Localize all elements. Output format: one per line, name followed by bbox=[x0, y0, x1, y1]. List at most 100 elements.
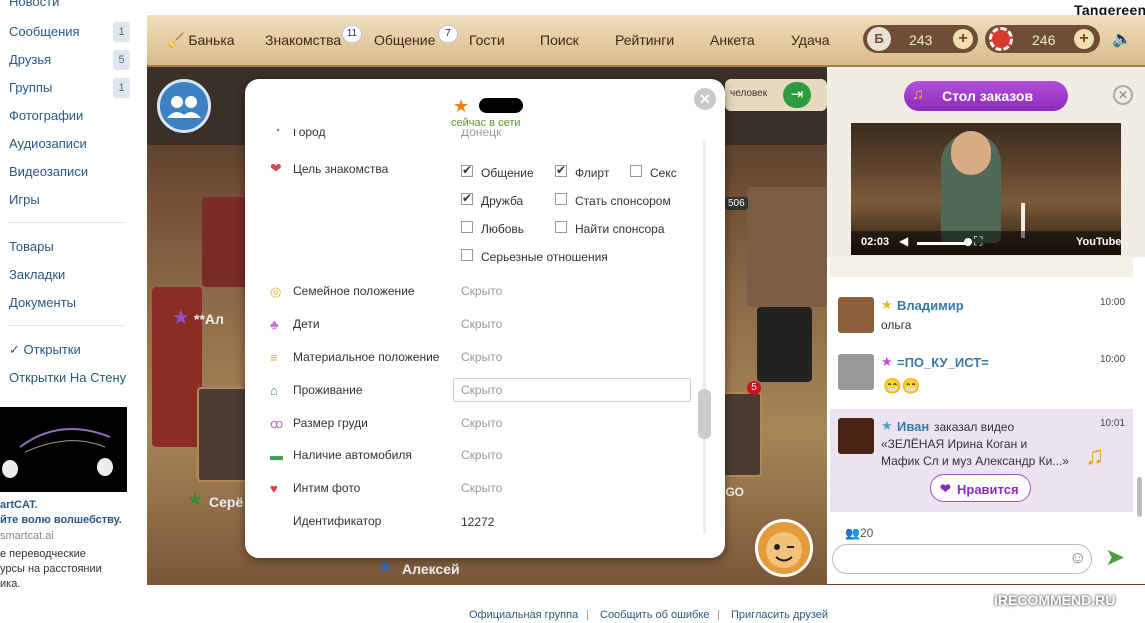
scrollbar-thumb[interactable] bbox=[698, 389, 711, 439]
ad-subtitle[interactable]: йте волю волшебству. bbox=[0, 514, 122, 526]
field-value: Скрыто bbox=[461, 448, 503, 462]
footer-link-official-group[interactable]: Официальная группа bbox=[469, 609, 578, 621]
goal-checkbox[interactable] bbox=[461, 163, 473, 177]
heart-icon: ❤ bbox=[940, 481, 951, 496]
message-author[interactable]: =ПО_КУ_ИСТ= bbox=[897, 355, 989, 370]
footer-link-invite-friends[interactable]: Пригласить друзей bbox=[731, 609, 828, 621]
message-author[interactable]: Владимир bbox=[897, 298, 964, 313]
volume-slider[interactable] bbox=[917, 242, 967, 245]
player-name-label: Серё bbox=[209, 494, 244, 510]
star-icon: ★ bbox=[172, 307, 190, 329]
player-avatar[interactable] bbox=[722, 392, 762, 477]
sidebar-item-games[interactable]: Игры bbox=[9, 192, 40, 207]
order-table-button[interactable]: ♫ Стол заказов bbox=[904, 81, 1068, 111]
sidebar-item-audio[interactable]: Аудиозаписи bbox=[9, 136, 87, 151]
message-time: 10:00 bbox=[1100, 354, 1126, 365]
group-button[interactable] bbox=[157, 79, 211, 133]
nav-search[interactable]: Поиск bbox=[540, 32, 579, 48]
cat-mascot-button[interactable] bbox=[755, 519, 813, 577]
youtube-logo[interactable]: YouTube bbox=[1076, 236, 1121, 248]
sidebar-item-messages[interactable]: Сообщения bbox=[9, 24, 80, 39]
goal-label: Флирт bbox=[575, 166, 610, 180]
hearts-icon: ❤ bbox=[270, 160, 282, 176]
ad-title[interactable]: artCAT. bbox=[0, 499, 38, 511]
message-time: 10:00 bbox=[1100, 297, 1126, 308]
field-label: Проживание bbox=[293, 383, 363, 397]
chat-input[interactable] bbox=[832, 544, 1092, 574]
game-topbar: 🧹 Банька Знакомства 11 Общение 7 Гости П… bbox=[147, 15, 1145, 67]
goal-label: Дружба bbox=[481, 194, 524, 208]
video-player[interactable]: 02:03 ◀ ⛶ YouTube bbox=[851, 123, 1121, 255]
smiley-icon: 😁😁 bbox=[883, 378, 921, 395]
messages-count-badge: 1 bbox=[113, 22, 130, 42]
sidebar-item-video[interactable]: Видеозаписи bbox=[9, 164, 88, 179]
field-label: Интим фото bbox=[293, 481, 361, 495]
scrollbar-track[interactable] bbox=[703, 141, 706, 534]
sidebar-item-friends[interactable]: Друзья bbox=[9, 52, 51, 67]
nav-profile[interactable]: Анкета bbox=[710, 32, 755, 48]
fullscreen-icon[interactable]: ⛶ bbox=[974, 234, 982, 249]
cat-face-icon bbox=[766, 532, 802, 568]
order-table-label: Стол заказов bbox=[942, 88, 1034, 104]
goal-checkbox[interactable] bbox=[461, 221, 473, 233]
emoji-icon[interactable]: ☺ bbox=[1069, 548, 1086, 568]
goal-checkbox[interactable] bbox=[461, 191, 473, 205]
message-text: заказал видео bbox=[934, 420, 1015, 434]
nav-obshchenie[interactable]: Общение bbox=[374, 32, 435, 48]
table-decoration bbox=[747, 187, 827, 307]
player-avatar[interactable] bbox=[197, 387, 252, 482]
sound-icon[interactable]: 🔈 bbox=[1112, 29, 1132, 49]
nav-luck[interactable]: Удача bbox=[791, 32, 830, 48]
field-label: Семейное положение bbox=[293, 284, 415, 298]
goal-checkbox[interactable] bbox=[555, 221, 567, 233]
sidebar-item-photos[interactable]: Фотографии bbox=[9, 108, 83, 123]
online-status: сейчас в сети bbox=[451, 117, 521, 129]
nav-ratings[interactable]: Рейтинги bbox=[615, 32, 674, 48]
sidebar-item-groups[interactable]: Группы bbox=[9, 80, 52, 95]
goal-label: Найти спонсора bbox=[575, 222, 665, 236]
field-label: Наличие автомобиля bbox=[293, 448, 412, 462]
message-author[interactable]: Иван bbox=[897, 419, 929, 434]
close-button[interactable]: ✕ bbox=[694, 88, 716, 110]
volume-slider-thumb[interactable] bbox=[964, 238, 972, 246]
goal-checkbox[interactable] bbox=[461, 249, 473, 261]
avatar[interactable] bbox=[838, 297, 874, 333]
nav-guests[interactable]: Гости bbox=[469, 32, 505, 48]
goal-checkbox[interactable] bbox=[630, 165, 642, 177]
location-icon: ▼ bbox=[273, 129, 283, 135]
field-value: Донецк bbox=[461, 129, 502, 139]
ad-image[interactable] bbox=[0, 407, 127, 492]
ad-text: урсы на расстоянии bbox=[0, 563, 102, 575]
coin-icon: Б bbox=[867, 27, 891, 51]
sidebar-item-goods[interactable]: Товары bbox=[9, 239, 54, 254]
nav-label: Банька bbox=[188, 32, 235, 48]
star-icon: ★ bbox=[377, 557, 394, 577]
sidebar-item-cards[interactable]: ✓ Открытки bbox=[9, 342, 81, 358]
online-count: 👥20 bbox=[845, 526, 874, 540]
sidebar-item-news[interactable]: Новости bbox=[9, 0, 59, 9]
like-button[interactable]: ❤ Нравится bbox=[930, 474, 1031, 502]
rings-icon: ◎ bbox=[270, 284, 282, 299]
chat-scrollbar[interactable] bbox=[1137, 477, 1142, 517]
sidebar-item-bookmarks[interactable]: Закладки bbox=[9, 267, 65, 282]
goal-label: Серьезные отношения bbox=[481, 250, 608, 264]
goal-checkbox[interactable] bbox=[555, 163, 567, 177]
nav-znakomstva[interactable]: Знакомства bbox=[265, 32, 341, 48]
goal-checkbox[interactable] bbox=[555, 193, 567, 205]
footer-link-report-bug[interactable]: Сообщить об ошибке bbox=[600, 609, 709, 621]
add-chips-button[interactable]: + bbox=[1074, 29, 1094, 49]
close-icon[interactable]: ✕ bbox=[1113, 85, 1133, 105]
send-icon[interactable]: ➤ bbox=[1105, 543, 1125, 572]
video-frame-face bbox=[951, 131, 991, 175]
player-name-label: Алексей bbox=[402, 561, 460, 577]
sidebar-item-documents[interactable]: Документы bbox=[9, 295, 76, 310]
nav-banka[interactable]: 🧹 Банька bbox=[167, 32, 235, 49]
avatar[interactable] bbox=[838, 418, 874, 454]
exit-icon[interactable]: ⇥ bbox=[783, 82, 811, 108]
add-coins-button[interactable]: + bbox=[953, 29, 973, 49]
avatar[interactable] bbox=[838, 354, 874, 390]
video-time: 02:03 bbox=[861, 236, 890, 248]
field-value: Скрыто bbox=[461, 284, 503, 298]
sidebar-item-cards-wall[interactable]: Открытки На Стену bbox=[9, 370, 126, 385]
volume-icon[interactable]: ◀ bbox=[899, 234, 908, 248]
